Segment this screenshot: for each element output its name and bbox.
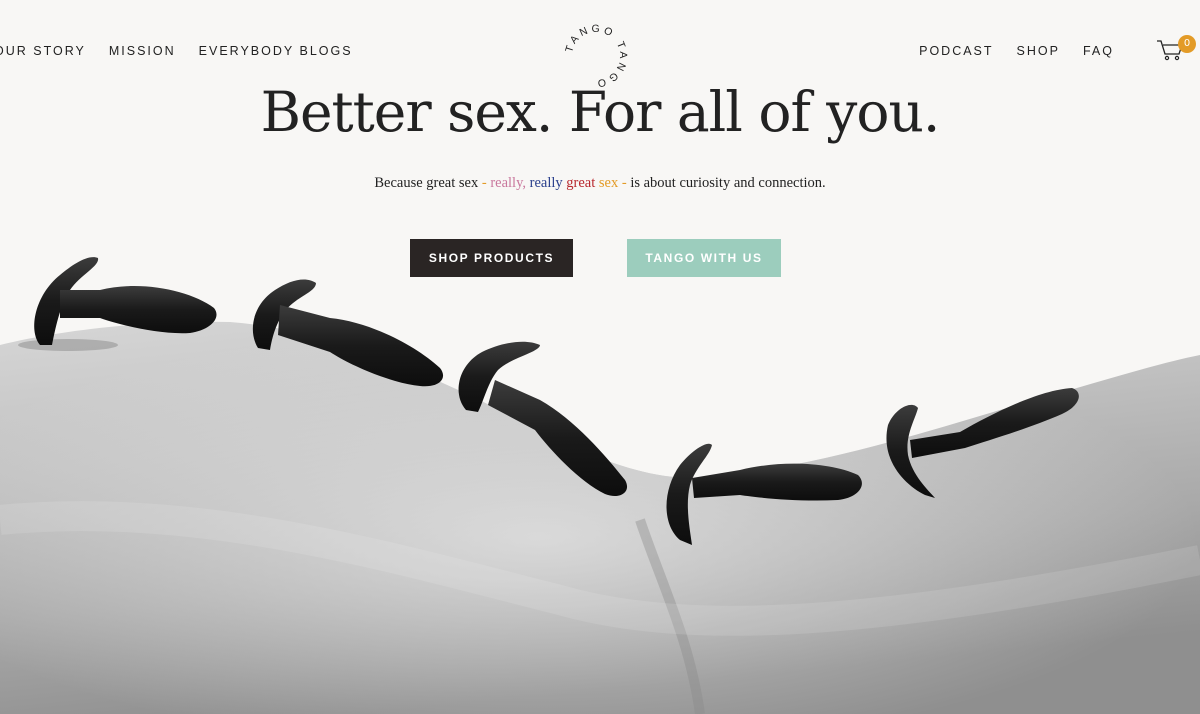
product-plug-1 — [18, 257, 217, 351]
tagline-word-4: sex — [595, 175, 619, 191]
product-plug-3 — [458, 341, 628, 497]
hero-title: Better sex. For all of you. — [260, 80, 941, 144]
nav-our-story[interactable]: OUR STORY — [0, 44, 86, 58]
tagline-after: is about curiosity and connection. — [626, 175, 826, 191]
nav-right: PODCAST SHOP FAQ — [896, 44, 1114, 58]
nav-mission[interactable]: MISSION — [109, 44, 176, 58]
shop-products-button[interactable]: SHOP PRODUCTS — [410, 239, 573, 277]
tagline-before: Because great sex — [374, 175, 482, 191]
cart-button[interactable]: 0 — [1156, 35, 1196, 68]
cart-count-badge: 0 — [1178, 35, 1196, 53]
tango-with-us-button[interactable]: TANGO WITH US — [627, 239, 781, 277]
tagline-word-2: really — [526, 175, 563, 191]
product-plug-5 — [886, 388, 1079, 498]
product-plug-2 — [252, 279, 444, 387]
nav-faq[interactable]: FAQ — [1083, 44, 1114, 58]
tagline-word-1: really, — [486, 175, 527, 191]
product-plug-4 — [666, 443, 862, 545]
hero-tagline: Because great sex - really, really great… — [0, 175, 1200, 192]
tagline-word-3: great — [562, 175, 596, 191]
nav-everybody-blogs[interactable]: EVERYBODY BLOGS — [199, 44, 353, 58]
nav-podcast[interactable]: PODCAST — [919, 44, 993, 58]
nav-shop[interactable]: SHOP — [1017, 44, 1060, 58]
tagline-dash-2: - — [618, 175, 627, 191]
nav-left: OUR STORY MISSION EVERYBODY BLOGS — [0, 44, 376, 58]
